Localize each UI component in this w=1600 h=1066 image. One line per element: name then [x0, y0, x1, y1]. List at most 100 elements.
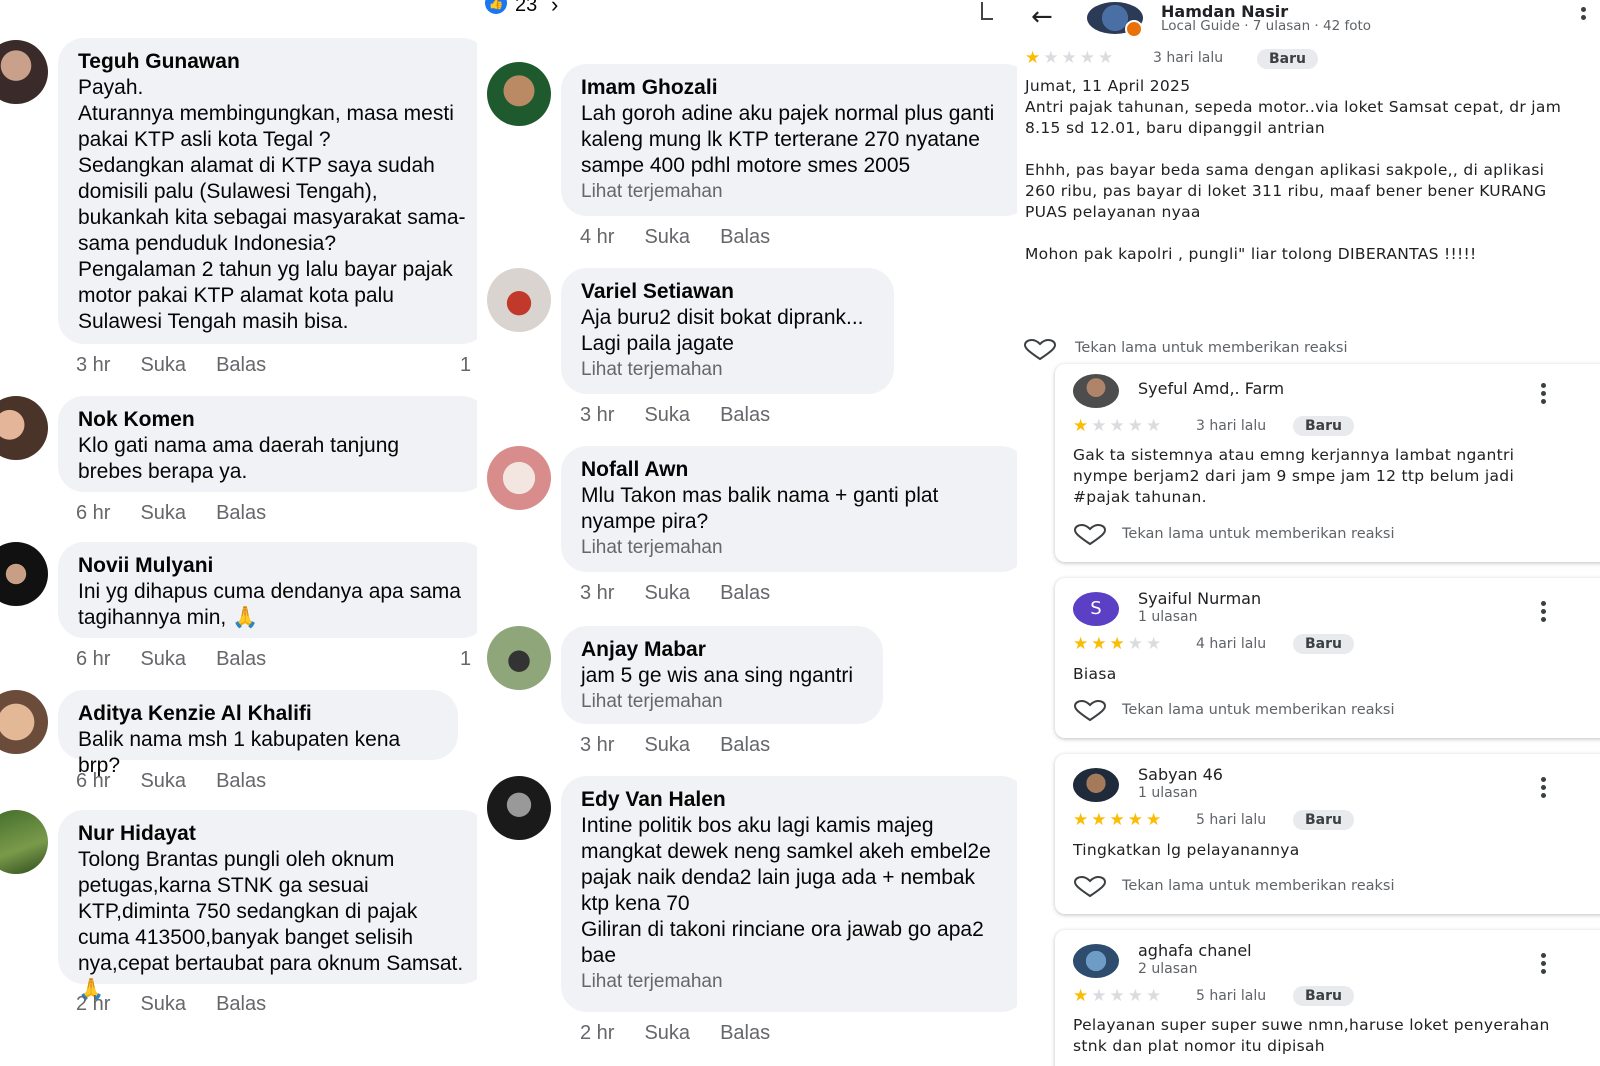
- comment-time: 6 hr: [76, 770, 111, 792]
- review-card: S Syaiful Nurman 1 ulasan ★★★★★ 4 hari l…: [1055, 578, 1600, 738]
- star-empty-icon: ★: [1061, 48, 1080, 68]
- avatar[interactable]: [487, 268, 551, 332]
- commenter-name[interactable]: Variel Setiawan: [581, 278, 874, 305]
- avatar[interactable]: [1073, 944, 1119, 978]
- reviewer-name[interactable]: Syeful Amd,. Farm: [1138, 379, 1284, 398]
- see-translation-link[interactable]: Lihat terjemahan: [581, 969, 1007, 995]
- star-empty-icon: ★: [1146, 416, 1165, 436]
- react-hint[interactable]: Tekan lama untuk memberikan reaksi: [1122, 702, 1394, 718]
- like-button[interactable]: Suka: [140, 502, 186, 525]
- reply-button[interactable]: Balas: [720, 226, 770, 249]
- see-translation-link[interactable]: Lihat terjemahan: [581, 179, 1011, 205]
- comment-bubble: Variel Setiawan Aja buru2 disit bokat di…: [561, 268, 894, 394]
- more-options-icon[interactable]: [1581, 4, 1587, 23]
- reply-button[interactable]: Balas: [216, 770, 266, 793]
- review-text: Tingkatkan lg pelayanannya: [1073, 841, 1300, 859]
- comment-bubble: Novii Mulyani Ini yg dihapus cuma dendan…: [58, 542, 477, 638]
- more-options-icon[interactable]: [1541, 950, 1547, 977]
- chevron-right-icon[interactable]: ›: [551, 0, 558, 18]
- like-button[interactable]: Suka: [140, 354, 186, 377]
- reviewer-review-count: 1 ulasan: [1138, 609, 1198, 625]
- star-empty-icon: ★: [1127, 986, 1146, 1006]
- avatar[interactable]: S: [1073, 592, 1119, 626]
- heart-icon[interactable]: [1073, 524, 1107, 546]
- back-arrow-icon[interactable]: ←: [1031, 4, 1053, 30]
- reply-button[interactable]: Balas: [720, 734, 770, 757]
- review-card: Sabyan 46 1 ulasan ★★★★★ 5 hari lalu Bar…: [1055, 754, 1600, 914]
- react-hint[interactable]: Tekan lama untuk memberikan reaksi: [1122, 878, 1394, 894]
- more-options-icon[interactable]: [1541, 774, 1547, 801]
- like-button[interactable]: Suka: [644, 1022, 690, 1045]
- avatar[interactable]: [487, 62, 551, 126]
- comment-time: 3 hr: [580, 734, 615, 756]
- reply-button[interactable]: Balas: [216, 993, 266, 1016]
- heart-icon[interactable]: [1073, 876, 1107, 898]
- avatar[interactable]: [0, 40, 48, 104]
- commenter-name[interactable]: Aditya Kenzie Al Khalifi: [78, 700, 438, 727]
- share-icon[interactable]: [981, 2, 993, 20]
- reviewer-review-count: 2 ulasan: [1138, 961, 1198, 977]
- commenter-name[interactable]: Nur Hidayat: [78, 820, 468, 847]
- reply-button[interactable]: Balas: [720, 582, 770, 605]
- review-card: Syeful Amd,. Farm ★★★★★ 3 hari lalu Baru…: [1055, 364, 1600, 562]
- reply-button[interactable]: Balas: [216, 354, 266, 377]
- reply-button[interactable]: Balas: [720, 1022, 770, 1045]
- star-empty-icon: ★: [1043, 48, 1062, 68]
- more-options-icon[interactable]: [1541, 598, 1547, 625]
- commenter-name[interactable]: Nok Komen: [78, 406, 468, 433]
- new-badge: Baru: [1293, 416, 1354, 436]
- see-translation-link[interactable]: Lihat terjemahan: [581, 535, 1007, 561]
- comment-actions: 3 hr Suka Balas: [580, 404, 800, 427]
- comment-text: Lah goroh adine aku pajek normal plus ga…: [581, 102, 995, 177]
- review-text: Jumat, 11 April 2025 Antri pajak tahunan…: [1025, 77, 1562, 263]
- reply-button[interactable]: Balas: [216, 648, 266, 671]
- comment-text: Aja buru2 disit bokat diprank... Lagi pa…: [581, 306, 864, 355]
- like-button[interactable]: Suka: [644, 404, 690, 427]
- heart-icon[interactable]: [1023, 339, 1057, 361]
- commenter-name[interactable]: Novii Mulyani: [78, 552, 468, 579]
- like-button[interactable]: Suka: [140, 648, 186, 671]
- like-button[interactable]: Suka: [644, 734, 690, 757]
- see-translation-link[interactable]: Lihat terjemahan: [581, 689, 863, 715]
- comment-actions: 6 hr Suka Balas: [76, 770, 296, 793]
- rating-stars: ★★★★★: [1073, 986, 1164, 1006]
- like-button[interactable]: Suka: [644, 226, 690, 249]
- see-translation-link[interactable]: Lihat terjemahan: [581, 357, 874, 383]
- commenter-name[interactable]: Anjay Mabar: [581, 636, 863, 663]
- avatar[interactable]: [487, 776, 551, 840]
- avatar[interactable]: [0, 810, 48, 874]
- more-options-icon[interactable]: [1541, 380, 1547, 407]
- star-filled-icon: ★: [1025, 48, 1044, 68]
- reaction-total[interactable]: 23: [515, 0, 537, 17]
- review-date: 3 hari lalu: [1196, 418, 1267, 434]
- like-button[interactable]: Suka: [140, 770, 186, 793]
- avatar[interactable]: [487, 626, 551, 690]
- avatar[interactable]: [1073, 768, 1119, 802]
- reaction-count[interactable]: 1: [460, 354, 471, 377]
- commenter-name[interactable]: Imam Ghozali: [581, 74, 1011, 101]
- commenter-name[interactable]: Nofall Awn: [581, 456, 1007, 483]
- like-button[interactable]: Suka: [140, 993, 186, 1016]
- reviewer-name[interactable]: Syaiful Nurman: [1138, 589, 1261, 608]
- rating-stars: ★★★★★: [1073, 810, 1164, 830]
- reviewer-name[interactable]: Sabyan 46: [1138, 765, 1223, 784]
- star-empty-icon: ★: [1079, 48, 1098, 68]
- react-hint[interactable]: Tekan lama untuk memberikan reaksi: [1075, 340, 1347, 356]
- heart-icon[interactable]: [1073, 700, 1107, 722]
- reviewer-name[interactable]: aghafa chanel: [1138, 941, 1252, 960]
- review-date: 3 hari lalu: [1153, 50, 1224, 66]
- avatar[interactable]: [0, 396, 48, 460]
- reaction-count[interactable]: 1: [460, 648, 471, 671]
- avatar[interactable]: [0, 542, 48, 606]
- avatar[interactable]: [1073, 374, 1119, 408]
- react-hint[interactable]: Tekan lama untuk memberikan reaksi: [1122, 526, 1394, 542]
- reply-button[interactable]: Balas: [720, 404, 770, 427]
- commenter-name[interactable]: Teguh Gunawan: [78, 48, 468, 75]
- avatar[interactable]: [487, 446, 551, 510]
- like-button[interactable]: Suka: [644, 582, 690, 605]
- avatar[interactable]: [0, 690, 48, 754]
- star-empty-icon: ★: [1127, 634, 1146, 654]
- commenter-name[interactable]: Edy Van Halen: [581, 786, 1007, 813]
- reply-button[interactable]: Balas: [216, 502, 266, 525]
- review-card: aghafa chanel 2 ulasan ★★★★★ 5 hari lalu…: [1055, 930, 1600, 1066]
